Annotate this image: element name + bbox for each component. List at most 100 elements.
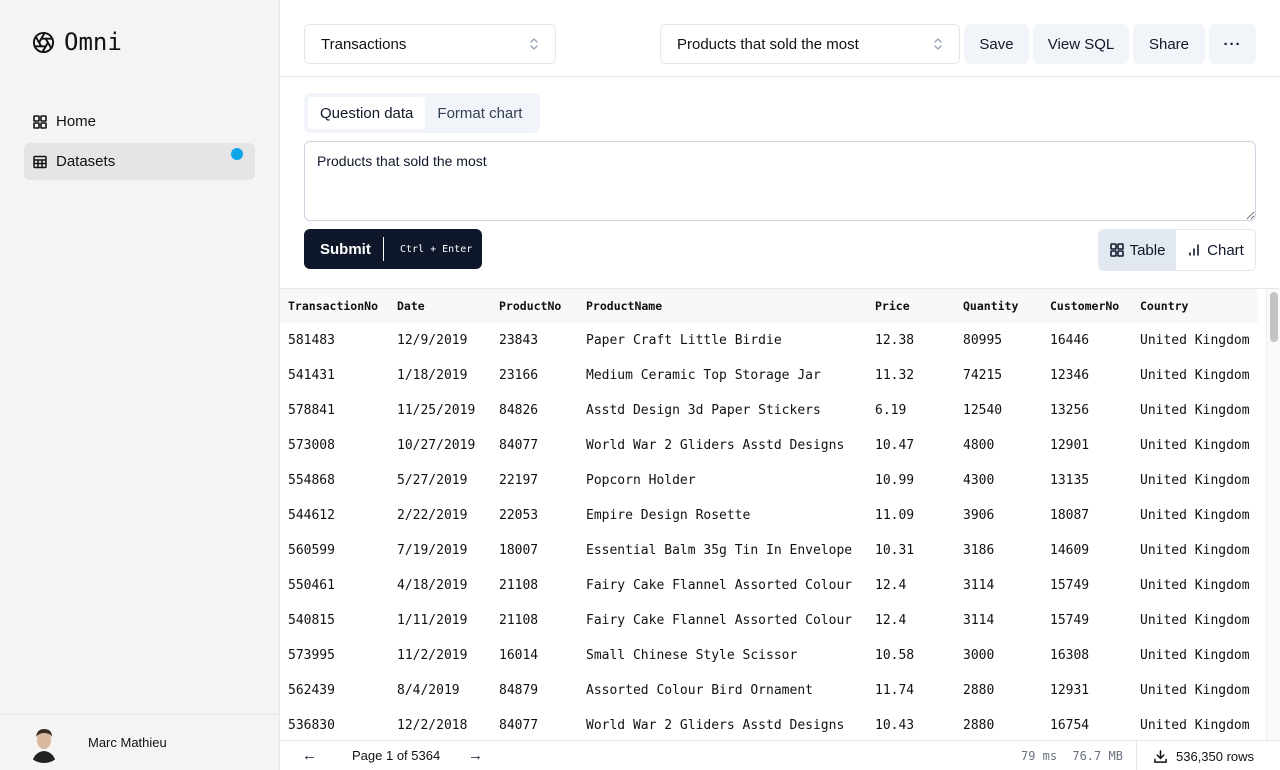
table-cell-country: United Kingdom xyxy=(1132,498,1258,533)
app-logo[interactable]: Omni xyxy=(32,28,122,56)
table-cell-productno: 21108 xyxy=(491,603,578,638)
next-page-button[interactable]: → xyxy=(468,747,483,764)
table-cell-productno: 23843 xyxy=(491,323,578,358)
table-cell-date: 2/22/2019 xyxy=(389,498,491,533)
chart-view-button[interactable]: Chart xyxy=(1176,230,1255,270)
table-row[interactable]: 57399511/2/201916014Small Chinese Style … xyxy=(280,638,1258,673)
table-row[interactable]: 5605997/19/201918007Essential Balm 35g T… xyxy=(280,533,1258,568)
previous-page-button[interactable]: ← xyxy=(302,747,317,764)
table-cell-date: 12/2/2018 xyxy=(389,708,491,740)
table-row[interactable]: 5624398/4/201984879Assorted Colour Bird … xyxy=(280,673,1258,708)
table-row[interactable]: 5446122/22/201922053Empire Design Rosett… xyxy=(280,498,1258,533)
table-cell-customerno: 15749 xyxy=(1042,568,1132,603)
table-view-button[interactable]: Table xyxy=(1099,230,1176,270)
table-row[interactable]: 57884111/25/201984826Asstd Design 3d Pap… xyxy=(280,393,1258,428)
sidebar-nav: Home Datasets xyxy=(24,103,255,183)
table-cell-productname: Paper Craft Little Birdie xyxy=(578,323,867,358)
table-cell-quantity: 3186 xyxy=(955,533,1042,568)
table-cell-price: 11.32 xyxy=(867,358,955,393)
bar-chart-icon xyxy=(1187,243,1201,257)
table-cell-transactionno: 544612 xyxy=(280,498,389,533)
table-cell-customerno: 12931 xyxy=(1042,673,1132,708)
user-profile[interactable]: Marc Mathieu xyxy=(0,714,279,770)
table-cell-price: 10.47 xyxy=(867,428,955,463)
table-cell-transactionno: 562439 xyxy=(280,673,389,708)
table-cell-date: 11/25/2019 xyxy=(389,393,491,428)
table-cell-price: 10.43 xyxy=(867,708,955,740)
query-stats: 79 ms 76.7 MB xyxy=(1021,749,1123,763)
table-cell-customerno: 13135 xyxy=(1042,463,1132,498)
table-cell-customerno: 14609 xyxy=(1042,533,1132,568)
table-row[interactable]: 5408151/11/201921108Fairy Cake Flannel A… xyxy=(280,603,1258,638)
table-row[interactable]: 5548685/27/201922197Popcorn Holder10.994… xyxy=(280,463,1258,498)
notification-dot xyxy=(231,148,243,160)
table-cell-productno: 21108 xyxy=(491,568,578,603)
table-cell-quantity: 3906 xyxy=(955,498,1042,533)
column-header-price[interactable]: Price xyxy=(867,289,955,323)
save-button[interactable]: Save xyxy=(964,24,1029,64)
table-row[interactable]: 53683012/2/201884077World War 2 Gliders … xyxy=(280,708,1258,740)
column-header-productno[interactable]: ProductNo xyxy=(491,289,578,323)
table-cell-quantity: 3114 xyxy=(955,568,1042,603)
sidebar-item-home[interactable]: Home xyxy=(24,103,255,140)
main-content: Transactions Products that sold the most… xyxy=(280,0,1280,770)
column-header-productname[interactable]: ProductName xyxy=(578,289,867,323)
table-cell-country: United Kingdom xyxy=(1132,393,1258,428)
table-row[interactable]: 57300810/27/201984077World War 2 Gliders… xyxy=(280,428,1258,463)
table-cell-date: 12/9/2019 xyxy=(389,323,491,358)
sidebar-item-datasets[interactable]: Datasets xyxy=(24,143,255,180)
table-cell-country: United Kingdom xyxy=(1132,638,1258,673)
chevron-up-down-icon xyxy=(529,37,539,51)
table-row[interactable]: 58148312/9/201923843Paper Craft Little B… xyxy=(280,323,1258,358)
query-time: 79 ms xyxy=(1021,749,1057,763)
topbar: Transactions Products that sold the most… xyxy=(280,0,1280,77)
table-row[interactable]: 5504614/18/201921108Fairy Cake Flannel A… xyxy=(280,568,1258,603)
table-cell-transactionno: 541431 xyxy=(280,358,389,393)
table-cell-customerno: 16446 xyxy=(1042,323,1132,358)
sidebar: Omni Home Datasets xyxy=(0,0,280,770)
table-cell-country: United Kingdom xyxy=(1132,428,1258,463)
more-options-button[interactable]: ··· xyxy=(1209,24,1256,64)
column-header-date[interactable]: Date xyxy=(389,289,491,323)
tab-format-chart[interactable]: Format chart xyxy=(425,97,534,129)
table-cell-price: 12.4 xyxy=(867,603,955,638)
table-cell-country: United Kingdom xyxy=(1132,533,1258,568)
question-tabs: Question data Format chart xyxy=(304,93,540,133)
question-select[interactable]: Products that sold the most xyxy=(660,24,960,64)
submit-button[interactable]: Submit Ctrl + Enter xyxy=(304,229,482,269)
view-sql-button[interactable]: View SQL xyxy=(1033,24,1129,64)
table-view-label: Table xyxy=(1130,242,1166,259)
dataset-select[interactable]: Transactions xyxy=(304,24,556,64)
table-row[interactable]: 5414311/18/201923166Medium Ceramic Top S… xyxy=(280,358,1258,393)
table-cell-date: 7/19/2019 xyxy=(389,533,491,568)
vertical-scrollbar[interactable] xyxy=(1266,289,1280,740)
table-cell-customerno: 12901 xyxy=(1042,428,1132,463)
page-indicator: Page 1 of 5364 xyxy=(352,748,440,763)
table-cell-country: United Kingdom xyxy=(1132,673,1258,708)
share-button[interactable]: Share xyxy=(1133,24,1205,64)
column-header-transactionno[interactable]: TransactionNo xyxy=(280,289,389,323)
download-rows-button[interactable]: 536,350 rows xyxy=(1136,741,1280,770)
table-cell-productno: 84879 xyxy=(491,673,578,708)
column-header-customerno[interactable]: CustomerNo xyxy=(1042,289,1132,323)
table-cell-date: 1/18/2019 xyxy=(389,358,491,393)
question-input[interactable] xyxy=(304,141,1256,221)
table-cell-productname: Fairy Cake Flannel Assorted Colour xyxy=(578,568,867,603)
table-cell-transactionno: 573008 xyxy=(280,428,389,463)
row-count: 536,350 rows xyxy=(1176,749,1254,764)
table-cell-country: United Kingdom xyxy=(1132,568,1258,603)
table-cell-productname: Fairy Cake Flannel Assorted Colour xyxy=(578,603,867,638)
table-cell-quantity: 74215 xyxy=(955,358,1042,393)
column-header-country[interactable]: Country xyxy=(1132,289,1258,323)
avatar[interactable] xyxy=(24,723,64,763)
table-cell-transactionno: 550461 xyxy=(280,568,389,603)
tab-question-data[interactable]: Question data xyxy=(308,97,425,129)
table-cell-productno: 18007 xyxy=(491,533,578,568)
column-header-quantity[interactable]: Quantity xyxy=(955,289,1042,323)
submit-divider xyxy=(383,237,384,261)
table-cell-productname: World War 2 Gliders Asstd Designs xyxy=(578,428,867,463)
table-cell-productname: Medium Ceramic Top Storage Jar xyxy=(578,358,867,393)
table-cell-customerno: 18087 xyxy=(1042,498,1132,533)
table-cell-productno: 84077 xyxy=(491,708,578,740)
scrollbar-thumb[interactable] xyxy=(1270,292,1278,342)
